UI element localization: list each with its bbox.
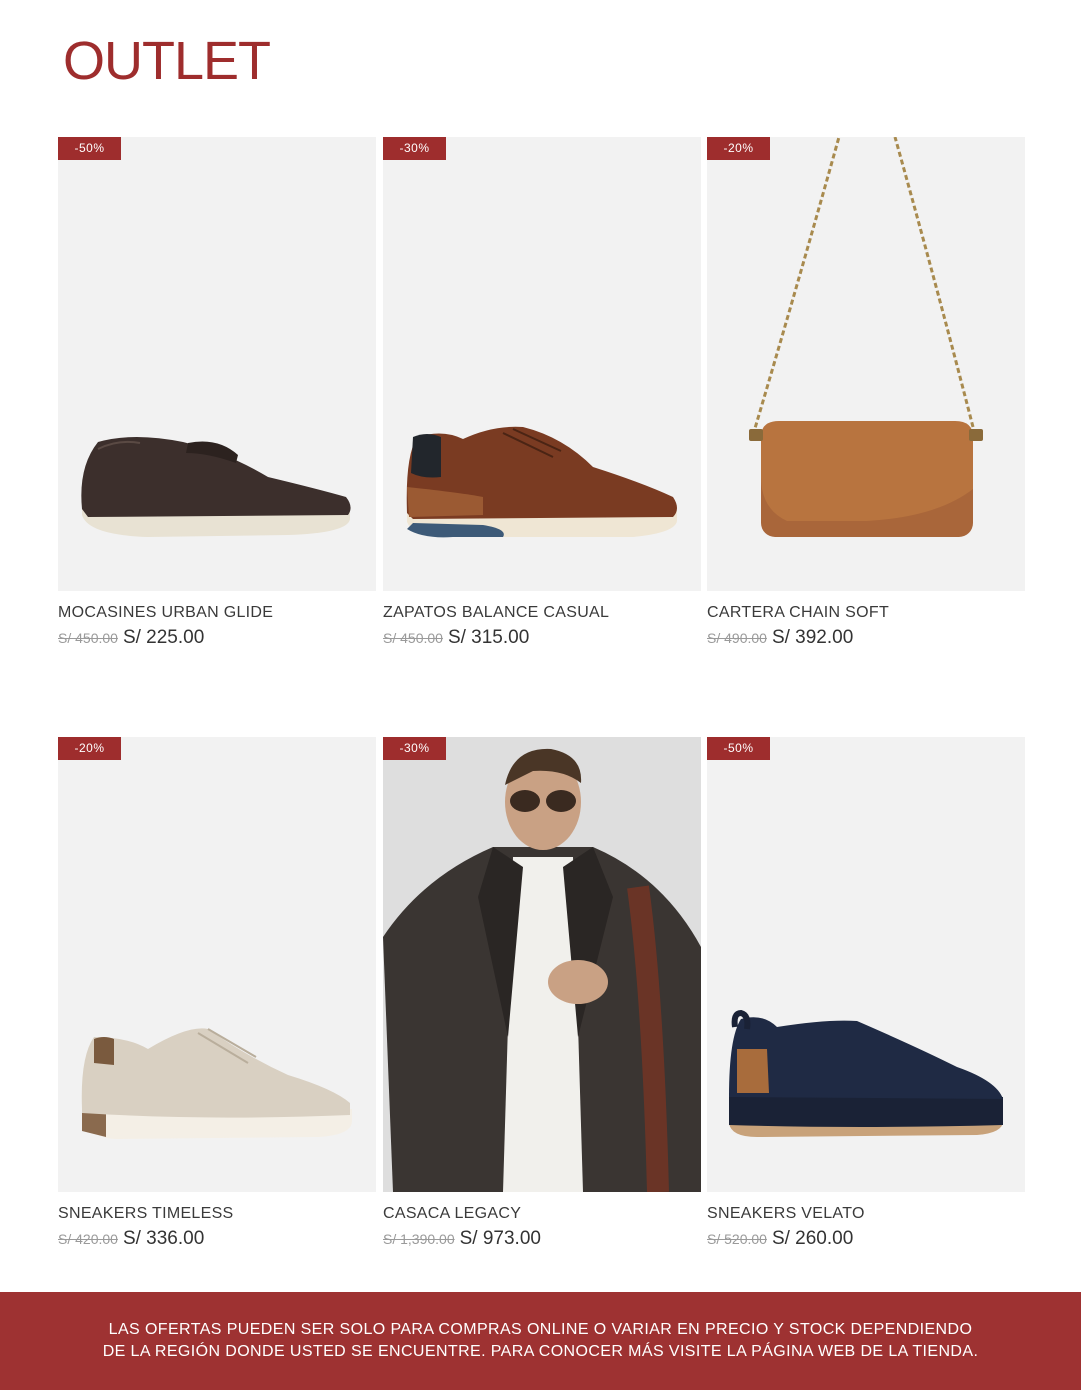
- product-name[interactable]: CASACA LEGACY: [383, 1205, 701, 1223]
- product-image[interactable]: -50%: [707, 737, 1025, 1192]
- product-image[interactable]: -30%: [383, 137, 701, 591]
- sale-price: S/ 260.00: [771, 1228, 854, 1249]
- disclaimer-banner: LAS OFERTAS PUEDEN SER SOLO PARA COMPRAS…: [0, 1292, 1081, 1390]
- sale-price: S/ 392.00: [771, 627, 854, 648]
- sale-price: S/ 315.00: [447, 627, 530, 648]
- product-card[interactable]: -50% MOCASINES URBAN GLIDE S/ 450.00 S/ …: [58, 137, 376, 649]
- original-price: S/ 520.00: [707, 1231, 767, 1247]
- discount-badge: -50%: [707, 737, 770, 760]
- sale-price: S/ 973.00: [459, 1228, 541, 1249]
- product-name[interactable]: SNEAKERS VELATO: [707, 1205, 1025, 1223]
- original-price: S/ 490.00: [707, 630, 767, 646]
- sale-price: S/ 336.00: [122, 1228, 205, 1249]
- product-image[interactable]: -30%: [383, 737, 701, 1192]
- disclaimer-line-1: LAS OFERTAS PUEDEN SER SOLO PARA COMPRAS…: [108, 1321, 973, 1338]
- discount-badge: -30%: [383, 137, 446, 160]
- disclaimer-line-2: DE LA REGIÓN DONDE USTED SE ENCUENTRE. P…: [102, 1343, 979, 1360]
- loafer-image: [81, 437, 351, 537]
- shoe-image: [406, 426, 677, 538]
- original-price: S/ 1,390.00: [383, 1231, 455, 1247]
- sneaker-image: [81, 1028, 352, 1139]
- handbag-image: [749, 137, 983, 537]
- original-price: S/ 420.00: [58, 1231, 118, 1247]
- page-title: OUTLET: [63, 31, 271, 91]
- jacket-model-image: [383, 737, 701, 1192]
- sneaker-image: [729, 1009, 1003, 1137]
- product-name[interactable]: ZAPATOS BALANCE CASUAL: [383, 604, 701, 622]
- product-card[interactable]: -30% CASACA LEGACY S/ 1,390.00 S/ 973.00: [383, 737, 701, 1250]
- original-price: S/ 450.00: [383, 630, 443, 646]
- sale-price: S/ 225.00: [122, 627, 205, 648]
- product-card[interactable]: -30% ZAPATOS BALANCE CASUAL S/ 450.00 S/…: [383, 137, 701, 649]
- discount-badge: -50%: [58, 137, 121, 160]
- product-card[interactable]: -20% CARTERA CHAIN SOFT S/ 490.00 S/ 392…: [707, 137, 1025, 649]
- product-name[interactable]: MOCASINES URBAN GLIDE: [58, 604, 376, 622]
- product-image[interactable]: -20%: [58, 737, 376, 1192]
- product-image[interactable]: -50%: [58, 137, 376, 591]
- product-card[interactable]: -50% SNEAKERS VELATO S/ 520.00 S/ 260.00: [707, 737, 1025, 1250]
- discount-badge: -20%: [58, 737, 121, 760]
- product-name[interactable]: CARTERA CHAIN SOFT: [707, 604, 1025, 622]
- product-image[interactable]: -20%: [707, 137, 1025, 591]
- product-name[interactable]: SNEAKERS TIMELESS: [58, 1205, 376, 1223]
- discount-badge: -30%: [383, 737, 446, 760]
- product-card[interactable]: -20% SNEAKERS TIMELESS S/ 420.00 S/ 336.…: [58, 737, 376, 1250]
- original-price: S/ 450.00: [58, 630, 118, 646]
- discount-badge: -20%: [707, 137, 770, 160]
